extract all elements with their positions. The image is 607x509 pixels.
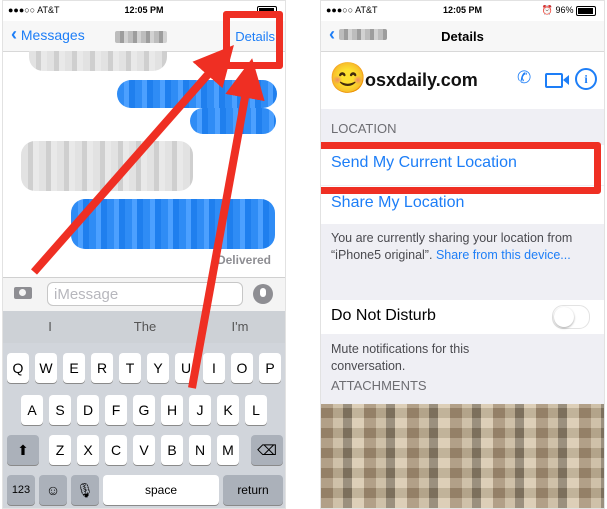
space-key[interactable]: space xyxy=(103,475,219,505)
key-j[interactable]: J xyxy=(189,395,211,425)
emoji-key[interactable]: ☺ xyxy=(39,475,67,505)
message-bubble-sent xyxy=(71,199,275,249)
key-o[interactable]: O xyxy=(231,353,253,383)
emoji-icon: ☺ xyxy=(45,482,61,498)
message-bubble-received xyxy=(21,141,193,191)
key-v[interactable]: V xyxy=(133,435,155,465)
shift-icon: ⬆ xyxy=(17,442,29,458)
attachments-thumbnails-overlay xyxy=(321,404,604,508)
key-n[interactable]: N xyxy=(189,435,211,465)
key-p[interactable]: P xyxy=(259,353,281,383)
battery-icon xyxy=(576,5,596,16)
key-m[interactable]: M xyxy=(217,435,239,465)
keyboard: I The I'm Q W E R T Y U I O P A S D F G … xyxy=(3,311,285,508)
dictation-key[interactable]: 🎙 xyxy=(71,475,99,505)
message-bubble-received xyxy=(29,51,167,71)
contact-name-redacted xyxy=(115,31,167,43)
sharing-note: You are currently sharing your location … xyxy=(321,224,604,300)
dnd-label: Do Not Disturb xyxy=(331,307,436,324)
suggestion[interactable]: The xyxy=(98,319,192,334)
mute-note: Mute notifications for this conversation… xyxy=(321,334,604,404)
contact-avatar: 😊 xyxy=(329,62,367,95)
phone-icon[interactable]: ✆ xyxy=(517,68,531,88)
facetime-icon-lens xyxy=(563,75,569,85)
mute-text: Mute notifications for this conversation… xyxy=(331,342,470,373)
microphone-icon[interactable] xyxy=(253,284,273,304)
key-d[interactable]: D xyxy=(77,395,99,425)
sharing-text: You are currently sharing your location … xyxy=(331,230,594,264)
location-header: LOCATION xyxy=(331,121,397,136)
alarm-icon: ⏰ xyxy=(541,5,553,15)
share-location-label: Share My Location xyxy=(331,194,465,211)
key-a[interactable]: A xyxy=(21,395,43,425)
dnd-toggle[interactable] xyxy=(552,305,590,329)
messages-screen: ●●●○○ AT&T 12:05 PM ‹ Messages Details D… xyxy=(2,0,286,509)
annotation-box-details xyxy=(223,11,283,69)
key-l[interactable]: L xyxy=(245,395,267,425)
key-s[interactable]: S xyxy=(49,395,71,425)
battery-percent: 96% xyxy=(555,5,574,15)
annotation-box-send-location xyxy=(321,142,601,194)
numbers-key[interactable]: 123 xyxy=(7,475,35,505)
return-key[interactable]: return xyxy=(223,475,283,505)
battery-status: ⏰ 96% xyxy=(542,5,596,16)
key-r[interactable]: R xyxy=(91,353,113,383)
key-e[interactable]: E xyxy=(63,353,85,383)
quicktype-bar: I The I'm xyxy=(3,311,285,343)
message-bubble-sent xyxy=(117,80,277,108)
key-y[interactable]: Y xyxy=(147,353,169,383)
shift-key[interactable]: ⬆ xyxy=(7,435,39,465)
suggestion[interactable]: I'm xyxy=(193,319,285,334)
attachments-header: ATTACHMENTS xyxy=(331,378,427,393)
delivered-status: Delivered xyxy=(216,253,271,267)
facetime-icon[interactable] xyxy=(545,73,563,88)
status-bar: ●●●○○ AT&T 12:05 PM ⏰ 96% xyxy=(321,1,604,21)
delete-key[interactable]: ⌫ xyxy=(251,435,283,465)
back-chevron-icon: ‹ xyxy=(11,24,17,44)
key-b[interactable]: B xyxy=(161,435,183,465)
camera-icon[interactable] xyxy=(14,287,32,299)
key-f[interactable]: F xyxy=(105,395,127,425)
contact-row: 😊 osxdaily.com ✆ i xyxy=(321,53,604,109)
back-button[interactable]: ‹ Messages xyxy=(11,24,85,44)
details-screen: ●●●○○ AT&T 12:05 PM ⏰ 96% ‹ Details 😊 os… xyxy=(320,0,605,509)
back-label: Messages xyxy=(20,27,85,43)
key-t[interactable]: T xyxy=(119,353,141,383)
composer-bar: iMessage xyxy=(3,277,285,312)
key-x[interactable]: X xyxy=(77,435,99,465)
key-q[interactable]: Q xyxy=(7,353,29,383)
key-u[interactable]: U xyxy=(175,353,197,383)
page-title: Details xyxy=(441,29,484,44)
contact-name: osxdaily.com xyxy=(365,70,478,90)
suggestion[interactable]: I xyxy=(3,319,97,334)
key-h[interactable]: H xyxy=(161,395,183,425)
key-k[interactable]: K xyxy=(217,395,239,425)
key-c[interactable]: C xyxy=(105,435,127,465)
key-w[interactable]: W xyxy=(35,353,57,383)
message-bubble-sent xyxy=(190,108,276,134)
message-input[interactable]: iMessage xyxy=(47,282,243,306)
key-i[interactable]: I xyxy=(203,353,225,383)
info-icon[interactable]: i xyxy=(575,68,597,90)
key-z[interactable]: Z xyxy=(49,435,71,465)
share-from-device-link[interactable]: Share from this device... xyxy=(436,248,571,262)
delete-icon: ⌫ xyxy=(257,442,277,458)
nav-bar: ‹ Details xyxy=(321,21,604,52)
microphone-icon: 🎙 xyxy=(76,482,94,498)
key-g[interactable]: G xyxy=(133,395,155,425)
